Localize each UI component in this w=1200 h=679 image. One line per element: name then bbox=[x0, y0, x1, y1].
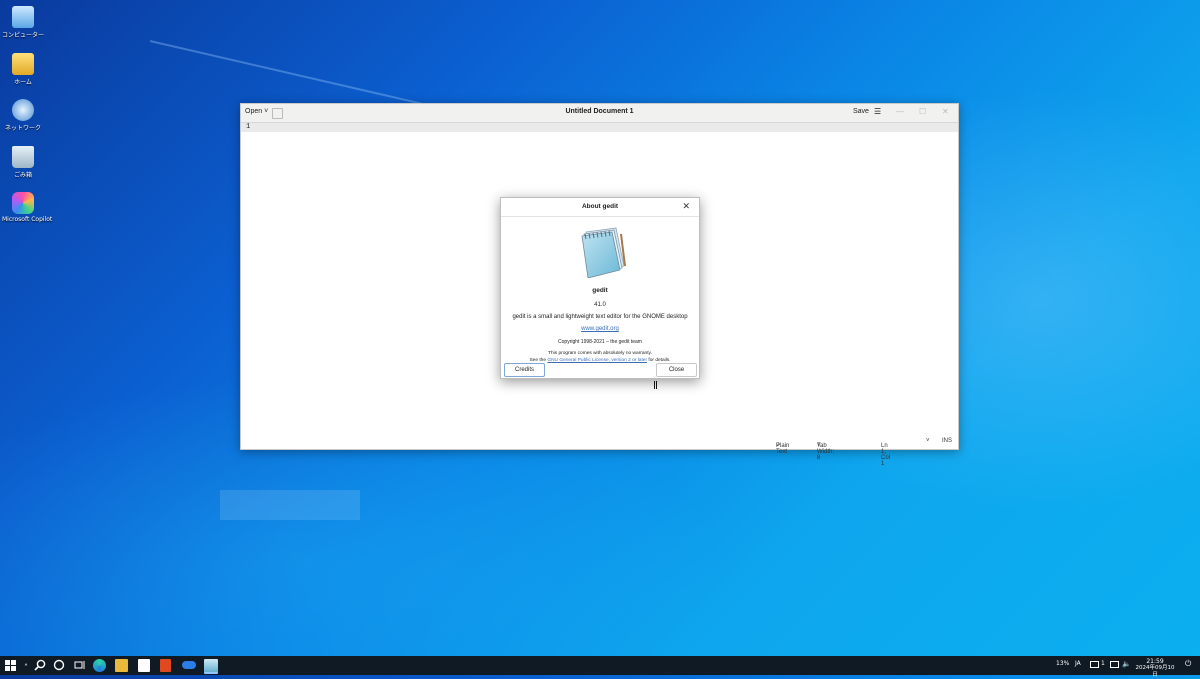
license-link[interactable]: GNU General Public License, version 2 or… bbox=[547, 358, 647, 363]
chevron-down-icon[interactable]: ˅ bbox=[926, 438, 930, 444]
status-bar: Plain Text ˅ Tab Width: 8 ˅ Ln 1, Col 1 … bbox=[241, 433, 958, 467]
desktop-icon-label: Microsoft Copilot bbox=[2, 216, 53, 223]
copilot-icon bbox=[12, 192, 34, 214]
minimize-icon[interactable]: — bbox=[896, 107, 904, 116]
hamburger-menu-icon[interactable]: ☰ bbox=[874, 107, 881, 116]
maximize-icon[interactable]: ☐ bbox=[919, 107, 926, 116]
dialog-title: About gedit bbox=[581, 203, 619, 210]
desktop-icon-label: ごみ箱 bbox=[13, 172, 32, 179]
recycle-bin-icon bbox=[12, 146, 34, 168]
text-cursor-icon bbox=[654, 381, 657, 389]
close-icon[interactable]: ✕ bbox=[942, 107, 949, 116]
close-button[interactable]: Close bbox=[656, 363, 697, 377]
website-link[interactable]: www.gedit.org bbox=[501, 326, 699, 332]
clock-date: 2024年09月10日 bbox=[1135, 665, 1175, 678]
search-icon[interactable] bbox=[34, 659, 46, 672]
chevron-up-icon[interactable]: ˄ bbox=[24, 661, 28, 674]
network-icon bbox=[12, 99, 34, 121]
ime-indicator[interactable]: JA bbox=[1075, 660, 1081, 667]
desktop-icon-recycle-bin[interactable]: ごみ箱 bbox=[2, 146, 44, 179]
close-icon[interactable]: ✕ bbox=[682, 201, 690, 212]
line-number: 1 bbox=[246, 123, 251, 131]
file-explorer-icon[interactable] bbox=[115, 659, 128, 672]
desktop-icon-computer[interactable]: コンピューター bbox=[2, 6, 44, 39]
store-icon[interactable] bbox=[138, 659, 150, 672]
save-button[interactable]: Save bbox=[853, 108, 869, 115]
clock[interactable]: 21:59 2024年09月10日 bbox=[1133, 658, 1177, 679]
desktop-icon-network[interactable]: ネットワーク bbox=[2, 99, 44, 132]
desktop-icon-label: コンピューター bbox=[2, 32, 45, 39]
edge-browser-icon[interactable] bbox=[93, 659, 106, 672]
windows-start-icon[interactable] bbox=[5, 660, 16, 671]
cortana-icon[interactable] bbox=[53, 659, 65, 672]
task-view-icon[interactable] bbox=[74, 659, 86, 672]
credits-button[interactable]: Credits bbox=[504, 363, 545, 377]
header-bar: Open ˅ Untitled Document 1 Save ☰ — ☐ ✕ bbox=[241, 104, 958, 123]
copyright-text: Copyright 1998-2021 – the gedit team bbox=[558, 339, 642, 345]
battery-indicator[interactable]: 13% bbox=[1056, 660, 1069, 667]
warranty-text: This program comes with absolutely no wa… bbox=[501, 350, 699, 364]
gedit-taskbar-icon[interactable] bbox=[204, 659, 218, 674]
desktop-icon-copilot[interactable]: Microsoft Copilot bbox=[2, 192, 53, 223]
dialog-header: About gedit ✕ bbox=[501, 198, 699, 217]
line-number-gutter: 1 bbox=[241, 123, 958, 132]
warranty-line: This program comes with absolutely no wa… bbox=[548, 351, 652, 356]
app-name: gedit bbox=[592, 287, 608, 294]
chevron-down-icon: ˅ bbox=[776, 443, 780, 449]
window-title: Untitled Document 1 bbox=[565, 108, 634, 115]
office-icon[interactable] bbox=[160, 659, 171, 672]
insert-mode-indicator: INS bbox=[942, 438, 953, 444]
about-dialog: About gedit ✕ gedit 41.0 gedit is a smal… bbox=[500, 197, 700, 379]
chevron-down-icon: ˅ bbox=[817, 443, 821, 449]
clock-time: 21:59 bbox=[1146, 658, 1164, 665]
computer-icon bbox=[12, 6, 34, 28]
network-tray-icon[interactable] bbox=[1110, 661, 1119, 668]
taskbar: ˄ 13% JA 1 🔈 21:59 2024年09月10日 ⏻ bbox=[0, 656, 1200, 678]
desktop-icon-label: ホーム bbox=[14, 79, 32, 86]
notification-count: 1 bbox=[1101, 660, 1105, 667]
home-folder-icon bbox=[12, 53, 34, 75]
cursor-position-label: Ln 1, Col 1 bbox=[881, 443, 891, 467]
gedit-notepad-icon bbox=[572, 226, 628, 279]
volume-icon[interactable]: 🔈 bbox=[1122, 660, 1131, 668]
app-description: gedit is a small and lightweight text ed… bbox=[512, 314, 688, 320]
power-icon[interactable]: ⏻ bbox=[1185, 659, 1191, 669]
desktop-icon-home[interactable]: ホーム bbox=[2, 53, 44, 86]
notification-icon[interactable] bbox=[1090, 661, 1099, 668]
desktop-icon-label: ネットワーク bbox=[4, 125, 41, 132]
onedrive-icon[interactable] bbox=[182, 661, 196, 669]
app-version: 41.0 bbox=[594, 302, 606, 308]
light-beam bbox=[220, 490, 360, 520]
